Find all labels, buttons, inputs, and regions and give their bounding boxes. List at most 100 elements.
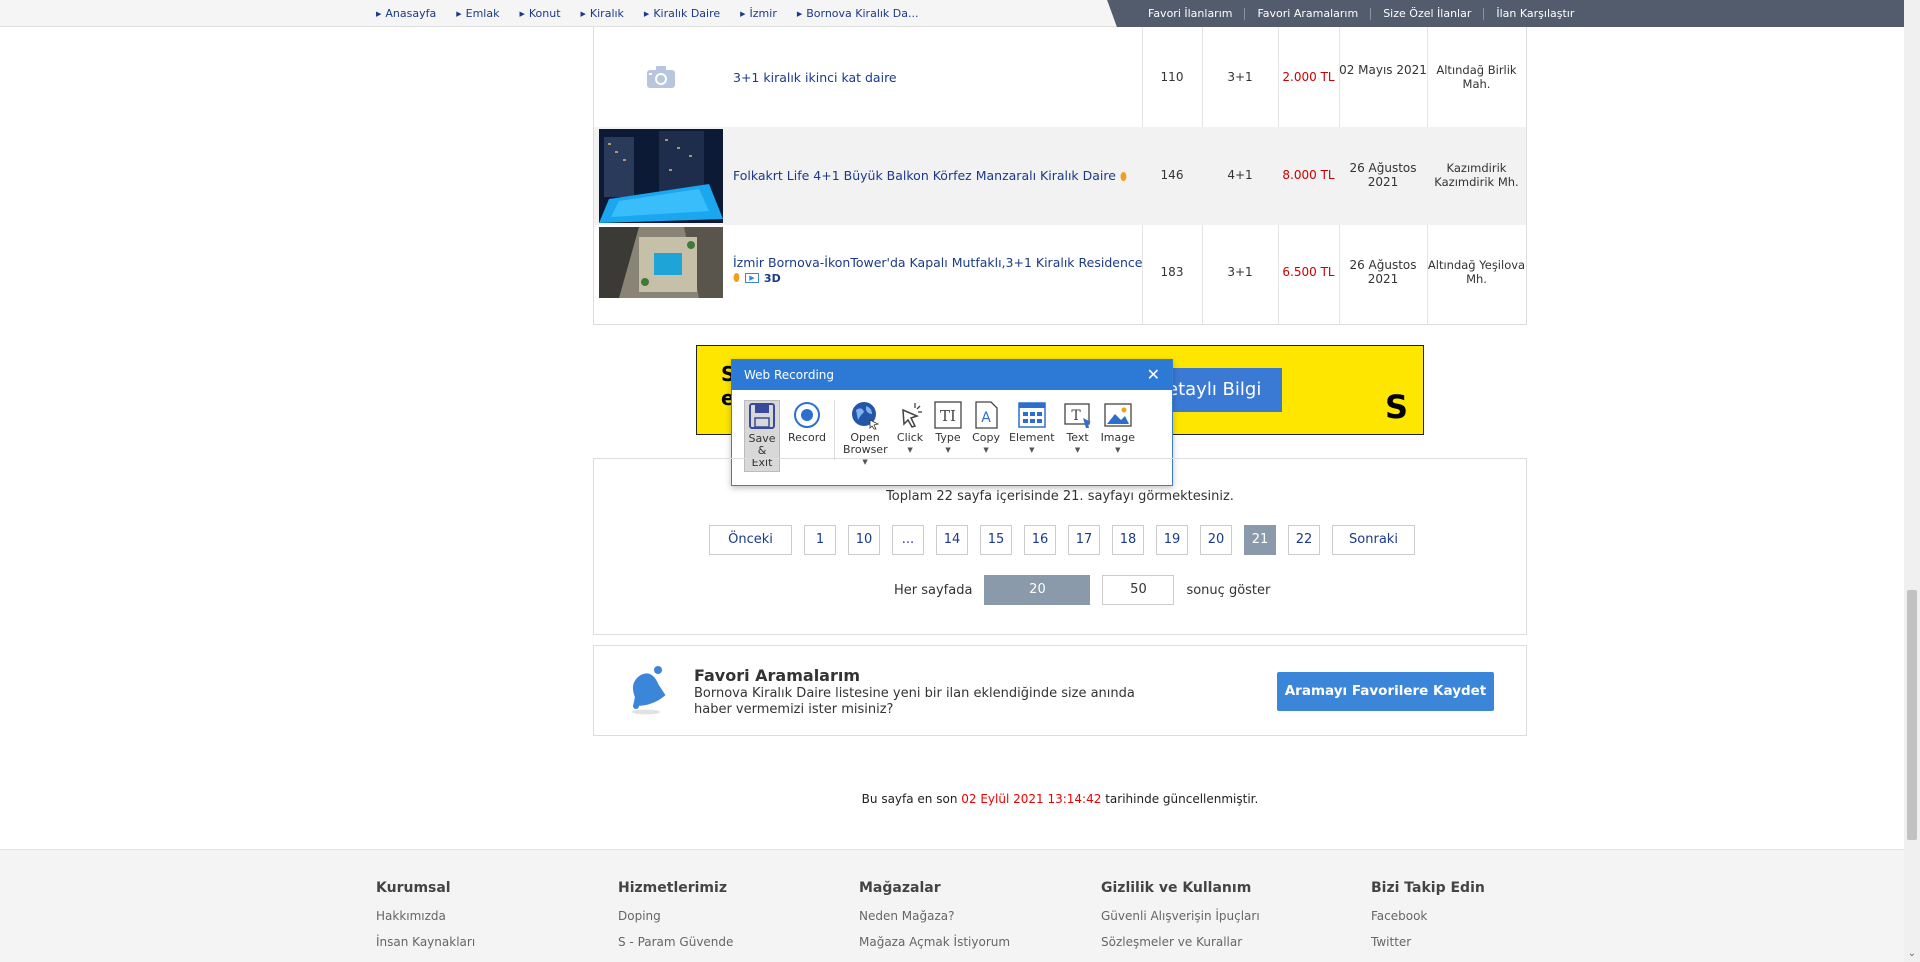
page-button[interactable]: 19 xyxy=(1156,525,1188,555)
listing-price: 6.500 TL xyxy=(1282,265,1335,279)
breadcrumb-item-kiralik[interactable]: ▶ Kiralık xyxy=(581,7,624,20)
prev-page-button[interactable]: Önceki xyxy=(709,525,792,555)
pool-night-photo xyxy=(599,129,723,223)
listing-row[interactable]: İzmir Bornova-İkonTower'da Kapalı Mutfak… xyxy=(594,225,1526,323)
listing-date: 02 Mayıs 2021 xyxy=(1339,63,1427,77)
save-icon xyxy=(747,401,777,431)
listing-title-text: Folkakrt Life 4+1 Büyük Balkon Körfez Ma… xyxy=(733,168,1116,183)
chevron-right-icon: ▶ xyxy=(580,9,586,18)
footer-col-magazalar: Mağazalar Neden Mağaza? Mağaza Açmak İst… xyxy=(859,880,1010,961)
listing-row[interactable]: 3+1 kiralık ikinci kat daire 110 3+1 2.0… xyxy=(594,27,1526,127)
page-button[interactable]: 15 xyxy=(980,525,1012,555)
record-icon xyxy=(792,400,822,430)
footer-link[interactable]: Twitter xyxy=(1371,935,1485,949)
dropdown-arrow-icon: ▼ xyxy=(1115,446,1121,454)
footer-heading: Mağazalar xyxy=(859,880,941,896)
tool-label: Type xyxy=(935,431,961,444)
chevron-right-icon: ▶ xyxy=(740,9,746,18)
dropdown-arrow-icon: ▼ xyxy=(907,446,913,454)
footer-link[interactable]: Neden Mağaza? xyxy=(859,909,1010,923)
click-icon xyxy=(895,400,925,430)
breadcrumb-item-konut[interactable]: ▶ Konut xyxy=(519,7,560,20)
page-button[interactable]: 10 xyxy=(848,525,880,555)
save-search-button[interactable]: Aramayı Favorilere Kaydet xyxy=(1277,672,1494,711)
fav-description: Bornova Kiralık Daire listesine yeni bir… xyxy=(694,686,1135,717)
listing-row[interactable]: Folkakrt Life 4+1 Büyük Balkon Körfez Ma… xyxy=(594,127,1526,225)
text-icon: T xyxy=(1063,400,1093,430)
footer-link[interactable]: Sözleşmeler ve Kurallar xyxy=(1101,935,1260,949)
chevron-right-icon: ▶ xyxy=(376,9,382,18)
last-updated: Bu sayfa en son 02 Eylül 2021 13:14:42 t… xyxy=(0,792,1920,806)
page-button[interactable]: 1 xyxy=(804,525,836,555)
footer-link[interactable]: Hakkımızda xyxy=(376,909,475,923)
page-scrollbar[interactable]: ⌄ xyxy=(1904,0,1920,962)
toolbar-separator xyxy=(834,400,836,460)
updated-suffix: tarihinde güncellenmiştir. xyxy=(1105,792,1259,806)
footer-col-hizmetlerimiz: Hizmetlerimiz Doping S - Param Güvende xyxy=(618,880,733,961)
copy-icon: A xyxy=(971,400,1001,430)
breadcrumb-label: Bornova Kiralık Da... xyxy=(806,7,919,20)
footer-link[interactable]: Facebook xyxy=(1371,909,1485,923)
footer-heading: Bizi Takip Edin xyxy=(1371,880,1485,896)
page-button[interactable]: 17 xyxy=(1068,525,1100,555)
topnav-favori-ilanlarim[interactable]: Favori İlanlarım xyxy=(1136,7,1246,20)
current-page-button[interactable]: 21 xyxy=(1244,525,1276,555)
breadcrumb-label: Anasayfa xyxy=(385,7,437,20)
tool-label: Copy xyxy=(972,431,1000,444)
doping-flag-icon: ⬮ xyxy=(733,271,740,284)
camera-placeholder-icon xyxy=(599,30,723,124)
breadcrumb-item-bornova[interactable]: ▶ Bornova Kiralık Da... xyxy=(797,7,919,20)
listing-date: 26 Ağustos 2021 xyxy=(1349,161,1417,189)
listings-table: 3+1 kiralık ikinci kat daire 110 3+1 2.0… xyxy=(593,27,1527,325)
breadcrumb-item-anasayfa[interactable]: ▶ Anasayfa xyxy=(376,7,436,20)
per-page-option-50[interactable]: 50 xyxy=(1102,575,1175,605)
listing-rooms: 3+1 xyxy=(1227,70,1253,84)
tool-label: Text xyxy=(1066,431,1089,444)
updated-date: 02 Eylül 2021 13:14:42 xyxy=(961,792,1102,806)
breadcrumb-item-emlak[interactable]: ▶ Emlak xyxy=(456,7,499,20)
listing-location: Altındağ Birlik Mah. xyxy=(1436,63,1517,91)
dialog-titlebar[interactable]: Web Recording ✕ xyxy=(732,360,1172,390)
banner-detail-button[interactable]: etaylı Bilgi xyxy=(1157,368,1282,412)
listing-title[interactable]: 3+1 kiralık ikinci kat daire xyxy=(733,70,897,85)
page-button[interactable]: 18 xyxy=(1112,525,1144,555)
badge-3d: 3D xyxy=(763,271,781,285)
chevron-right-icon: ▶ xyxy=(796,9,803,18)
tool-label: Open Browser xyxy=(843,431,888,456)
scroll-down-icon[interactable]: ⌄ xyxy=(1904,946,1920,962)
per-page-label: Her sayfada xyxy=(894,582,973,598)
page-button[interactable]: 22 xyxy=(1288,525,1320,555)
next-page-button[interactable]: Sonraki xyxy=(1332,525,1415,555)
listing-badges: ⬮ ▶ 3D xyxy=(733,271,781,285)
footer-heading: Gizlilik ve Kullanım xyxy=(1101,880,1252,896)
listing-m2: 110 xyxy=(1160,70,1184,84)
listing-title[interactable]: İzmir Bornova-İkonTower'da Kapalı Mutfak… xyxy=(733,255,1142,270)
topnav-size-ozel-ilanlar[interactable]: Size Özel İlanlar xyxy=(1371,7,1485,20)
pagination-box: Toplam 22 sayfa içerisinde 21. sayfayı g… xyxy=(593,458,1527,635)
page-button[interactable]: 14 xyxy=(936,525,968,555)
footer-link[interactable]: Doping xyxy=(618,909,733,923)
per-page-option-20[interactable]: 20 xyxy=(984,575,1091,605)
globe-icon xyxy=(850,400,880,430)
topnav-ilan-karsilastir[interactable]: İlan Karşılaştır xyxy=(1484,7,1586,20)
breadcrumb-item-izmir[interactable]: ▶ İzmir xyxy=(740,7,777,20)
bell-icon xyxy=(624,664,668,720)
dropdown-arrow-icon: ▼ xyxy=(1074,446,1081,454)
close-icon[interactable]: ✕ xyxy=(1147,360,1160,390)
breadcrumb-item-kiralik-daire[interactable]: ▶ Kiralık Daire xyxy=(644,7,720,20)
page-button[interactable]: 16 xyxy=(1024,525,1056,555)
breadcrumb-label: İzmir xyxy=(749,7,777,20)
footer-link[interactable]: S - Param Güvende xyxy=(618,935,733,949)
tool-label: Record xyxy=(788,431,827,444)
page-button[interactable]: 20 xyxy=(1200,525,1232,555)
listing-title[interactable]: Folkakrt Life 4+1 Büyük Balkon Körfez Ma… xyxy=(733,168,1127,184)
topnav-favori-aramalarim[interactable]: Favori Aramalarım xyxy=(1245,7,1372,20)
listing-m2: 183 xyxy=(1160,265,1184,279)
page-ellipsis[interactable]: ... xyxy=(892,525,924,555)
footer-link[interactable]: Mağaza Açmak İstiyorum xyxy=(859,935,1010,949)
footer-heading: Hizmetlerimiz xyxy=(618,880,727,896)
footer-link[interactable]: Güvenli Alışverişin İpuçları xyxy=(1101,909,1260,923)
dialog-title: Web Recording xyxy=(744,368,834,382)
footer-link[interactable]: İnsan Kaynakları xyxy=(376,935,475,949)
svg-text:A: A xyxy=(981,410,991,426)
